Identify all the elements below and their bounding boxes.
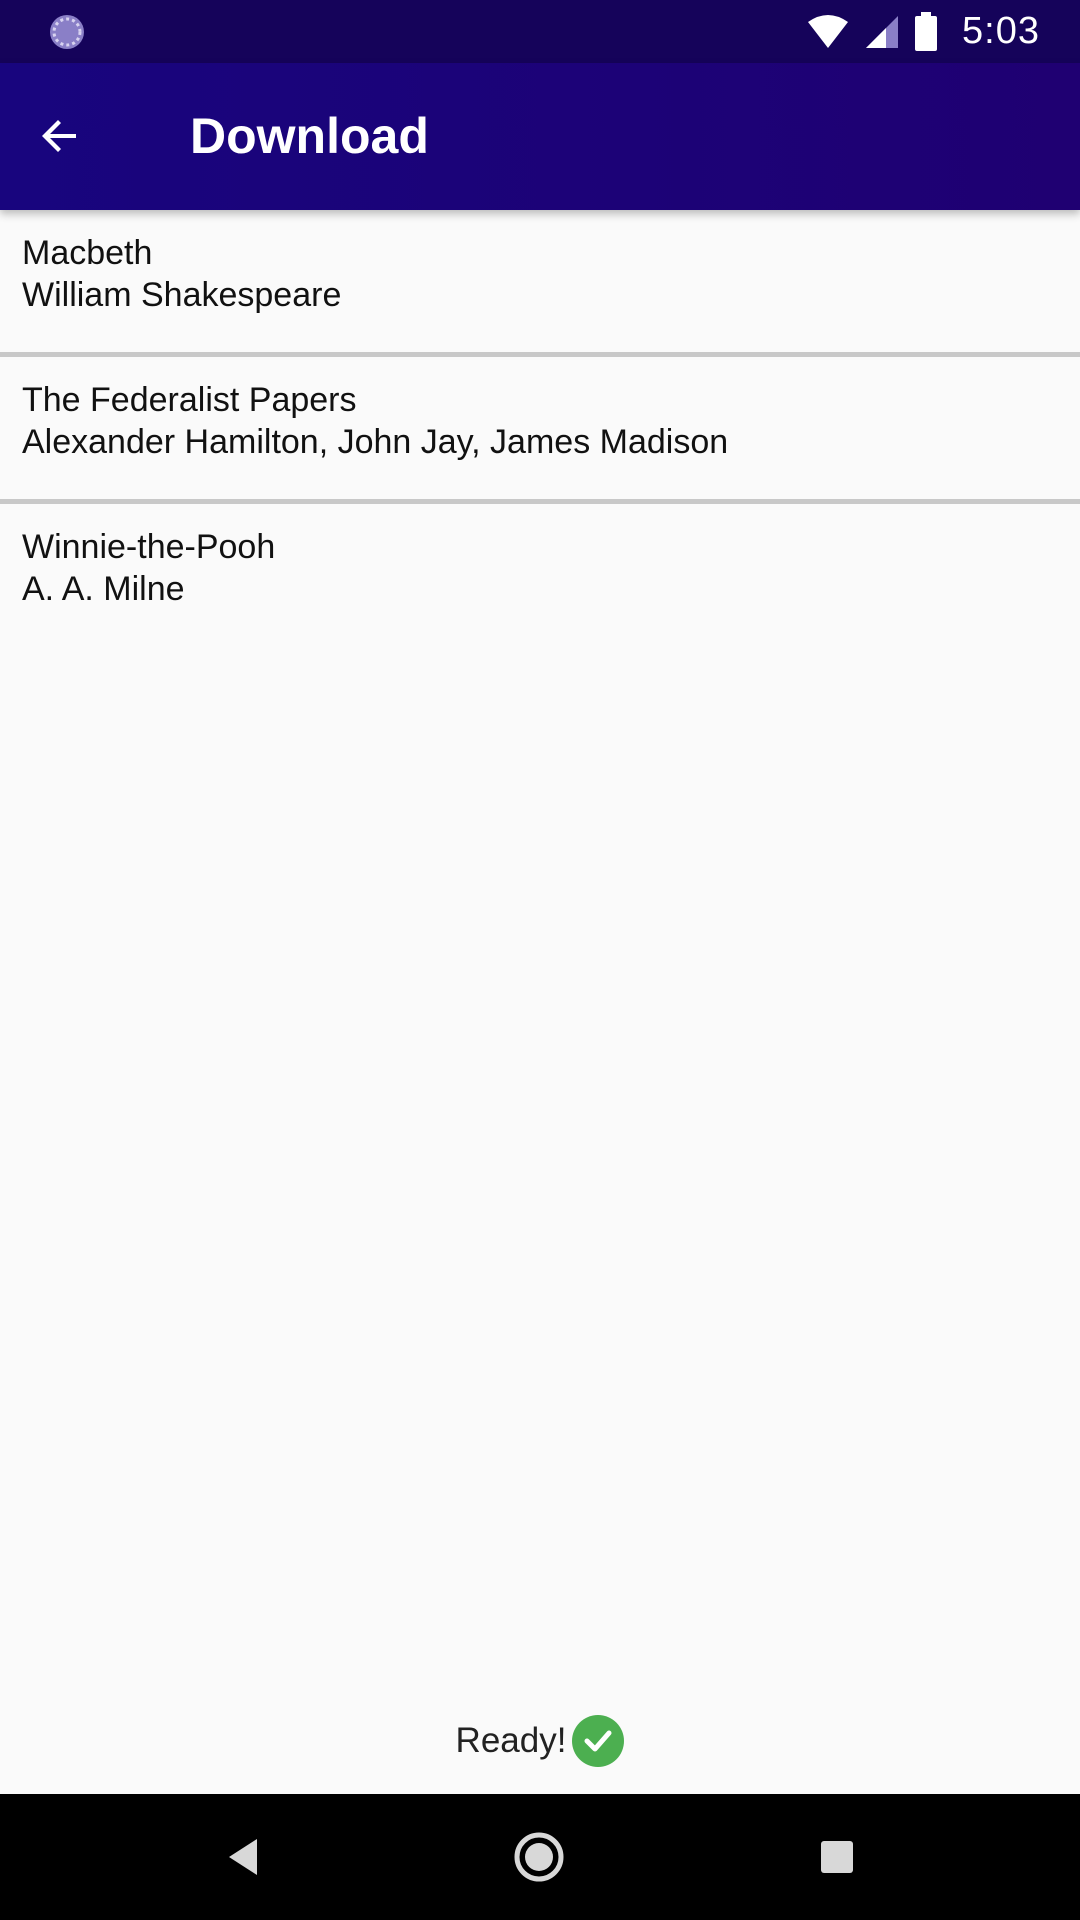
ready-status: Ready! bbox=[0, 1712, 1080, 1770]
list-item-book[interactable]: Winnie-the-Pooh A. A. Milne bbox=[0, 504, 1080, 646]
list-item-book[interactable]: Macbeth William Shakespeare bbox=[0, 210, 1080, 352]
page-title: Download bbox=[190, 108, 429, 164]
status-icons: 5:03 bbox=[806, 0, 1040, 63]
home-circle-icon bbox=[514, 1832, 564, 1882]
nav-recents-button[interactable] bbox=[807, 1827, 867, 1887]
recents-square-icon bbox=[821, 1841, 853, 1873]
ready-text: Ready! bbox=[455, 1721, 567, 1760]
back-triangle-icon bbox=[229, 1839, 257, 1875]
book-author: Alexander Hamilton, John Jay, James Madi… bbox=[22, 423, 729, 461]
arrow-back-icon bbox=[42, 120, 76, 152]
battery-icon bbox=[915, 11, 938, 51]
nav-home-button[interactable] bbox=[509, 1827, 569, 1887]
status-time: 5:03 bbox=[962, 10, 1040, 52]
book-title: Winnie-the-Pooh bbox=[22, 528, 276, 566]
book-list: Macbeth William Shakespeare The Federali… bbox=[0, 210, 1080, 646]
nav-back-button[interactable] bbox=[213, 1827, 273, 1887]
wifi-icon bbox=[808, 14, 849, 48]
check-circle-icon bbox=[572, 1715, 625, 1767]
book-author: A. A. Milne bbox=[22, 570, 185, 608]
list-item-book[interactable]: The Federalist Papers Alexander Hamilton… bbox=[0, 357, 1080, 499]
book-author: William Shakespeare bbox=[22, 276, 342, 314]
signal-icon bbox=[866, 15, 899, 48]
book-title: Macbeth bbox=[22, 234, 153, 272]
status-bar: 5:03 bbox=[0, 0, 1080, 63]
back-button[interactable] bbox=[30, 106, 90, 166]
app-bar: Download bbox=[0, 63, 1080, 210]
navigation-bar bbox=[0, 1794, 1080, 1920]
loading-circle-icon bbox=[50, 15, 84, 49]
book-title: The Federalist Papers bbox=[22, 381, 357, 419]
